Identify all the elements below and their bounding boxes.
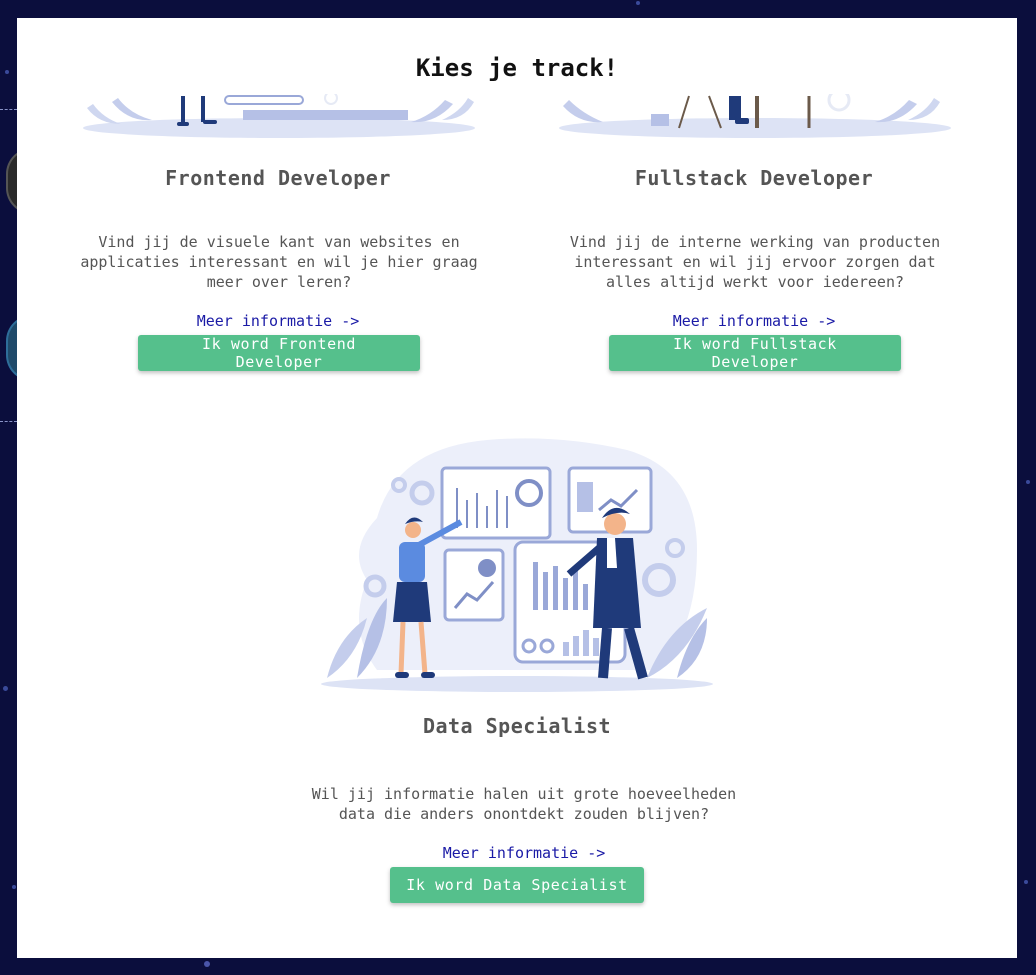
track-selection-modal: Kies je track! Frontend Developer Vind j… (17, 18, 1017, 958)
more-info-link-data-specialist[interactable]: Meer informatie -> (314, 844, 734, 862)
background-star (3, 686, 8, 691)
more-info-link-fullstack[interactable]: Meer informatie -> (539, 312, 969, 330)
background-star (1026, 480, 1030, 484)
track-description-data-specialist: Wil jij informatie halen uit grote hoeve… (311, 785, 737, 823)
fullstack-illustration (539, 94, 969, 162)
track-card-data-specialist: Data Specialist Wil jij informatie halen… (307, 438, 736, 938)
background-dashed-line (0, 109, 17, 110)
track-description-fullstack: Vind jij de interne werking van producte… (569, 233, 941, 291)
choose-fullstack-button[interactable]: Ik word Fullstack Developer (609, 335, 901, 371)
choose-frontend-button[interactable]: Ik word Frontend Developer (138, 335, 420, 371)
background-star (5, 70, 9, 74)
track-title-fullstack: Fullstack Developer (634, 166, 874, 190)
track-description-frontend: Vind jij de visuele kant van websites en… (80, 233, 478, 291)
frontend-illustration (63, 94, 493, 162)
more-info-link-frontend[interactable]: Meer informatie -> (63, 312, 493, 330)
choose-data-specialist-button[interactable]: Ik word Data Specialist (390, 867, 644, 903)
background-star (636, 1, 640, 5)
modal-title: Kies je track! (415, 54, 619, 82)
track-card-frontend: Frontend Developer Vind jij de visuele k… (63, 94, 493, 394)
track-title-frontend: Frontend Developer (165, 166, 391, 190)
background-dashed-line (0, 421, 17, 422)
track-title-data-specialist: Data Specialist (422, 714, 612, 738)
background-star (12, 885, 16, 889)
background-star (204, 961, 210, 967)
background-star (1024, 880, 1028, 884)
data-specialist-illustration (317, 438, 717, 694)
track-card-fullstack: Fullstack Developer Vind jij de interne … (539, 94, 969, 394)
